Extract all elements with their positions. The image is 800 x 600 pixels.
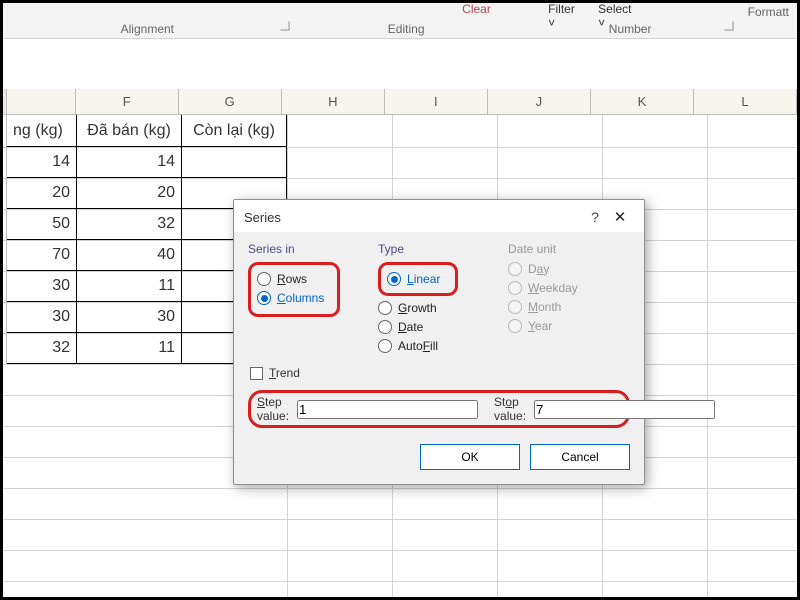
column-headers: F G H I J K L [3, 89, 797, 115]
cell[interactable]: 50 [7, 209, 77, 240]
close-button[interactable]: ✕ [606, 208, 634, 226]
cell[interactable]: 32 [77, 209, 182, 240]
series-in-label: Series in [248, 242, 370, 256]
radio-linear[interactable]: Linear [387, 272, 449, 286]
col-header-F[interactable]: F [76, 89, 179, 114]
cancel-button[interactable]: Cancel [530, 444, 630, 470]
radio-year: Year [508, 319, 630, 333]
cell[interactable]: 11 [77, 271, 182, 302]
stop-value-label: Stop value: [494, 395, 526, 423]
radio-columns[interactable]: Columns [257, 291, 331, 305]
ok-button[interactable]: OK [420, 444, 520, 470]
cell[interactable]: 70 [7, 240, 77, 271]
stop-value-input[interactable] [534, 400, 715, 419]
step-value-input[interactable] [297, 400, 478, 419]
cell[interactable]: 30 [77, 302, 182, 333]
radio-month: Month [508, 300, 630, 314]
type-linear-highlight: Linear [378, 262, 458, 296]
col-header-partial[interactable] [7, 89, 76, 114]
col-header-I[interactable]: I [385, 89, 488, 114]
col-header-L[interactable]: L [694, 89, 797, 114]
header-daban[interactable]: Đã bán (kg) [77, 115, 182, 147]
col-header-K[interactable]: K [591, 89, 694, 114]
cell[interactable]: 32 [7, 333, 77, 364]
type-label: Type [378, 242, 500, 256]
step-value-label: Step value: [257, 395, 289, 423]
dialog-titlebar: Series ? ✕ [234, 200, 644, 232]
cell[interactable]: 30 [7, 271, 77, 302]
header-partial[interactable]: ng (kg) [7, 115, 77, 147]
format-button[interactable]: Formatt [748, 5, 789, 19]
ribbon: Alignment Clear Filter ˅ Select ˅ Editin… [3, 3, 797, 39]
radio-weekday: Weekday [508, 281, 630, 295]
dialog-launcher-icon[interactable] [280, 22, 289, 31]
worksheet: F G H I J K L ng (kg) Đã bán (kg) Còn l [3, 39, 797, 597]
trend-checkbox[interactable]: Trend [250, 366, 630, 380]
cell[interactable]: 14 [77, 147, 182, 178]
radio-rows[interactable]: Rows [257, 272, 331, 286]
cell[interactable]: 20 [77, 178, 182, 209]
series-in-highlight: Rows Columns [248, 262, 340, 317]
dialog-title: Series [244, 210, 584, 225]
date-unit-label: Date unit [508, 242, 630, 256]
table-header-row: ng (kg) Đã bán (kg) Còn lại (kg) [3, 115, 287, 147]
cell[interactable]: 20 [7, 178, 77, 209]
help-button[interactable]: ? [584, 209, 606, 225]
radio-growth[interactable]: Growth [378, 301, 500, 315]
cell[interactable] [182, 147, 287, 178]
radio-day: Day [508, 262, 630, 276]
col-header-J[interactable]: J [488, 89, 591, 114]
col-header-G[interactable]: G [179, 89, 282, 114]
cell[interactable]: 14 [7, 147, 77, 178]
dialog-launcher-icon[interactable] [724, 22, 733, 31]
ribbon-group-number: Number [609, 22, 652, 36]
col-header-H[interactable]: H [282, 89, 385, 114]
ribbon-group-editing: Editing [388, 22, 425, 36]
checkbox-icon [250, 367, 263, 380]
values-highlight: Step value: Stop value: [248, 390, 630, 428]
ribbon-group-alignment: Alignment [121, 22, 174, 36]
clear-button[interactable]: Clear [462, 2, 491, 16]
series-dialog: Series ? ✕ Series in Rows Columns Type L… [233, 199, 645, 485]
cell[interactable]: 11 [77, 333, 182, 364]
radio-autofill[interactable]: AutoFill [378, 339, 500, 353]
header-conlai[interactable]: Còn lại (kg) [182, 115, 287, 147]
cell[interactable]: 30 [7, 302, 77, 333]
cell[interactable]: 40 [77, 240, 182, 271]
radio-date[interactable]: Date [378, 320, 500, 334]
